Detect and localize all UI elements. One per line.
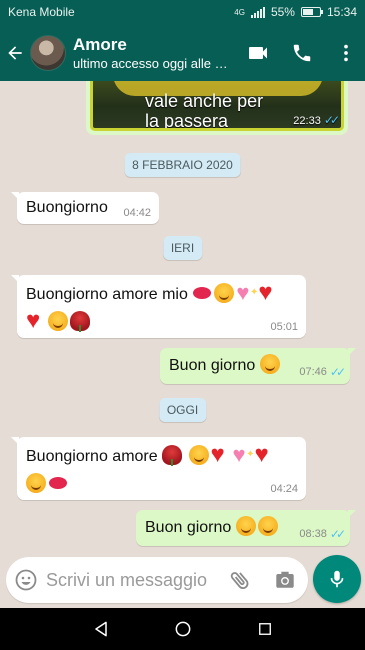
message-bubble-in[interactable]: Buongiorno amore 04:24: [11, 437, 306, 500]
beating-heart-icon: [211, 441, 231, 469]
camera-icon: [276, 571, 294, 588]
message-bubble-out[interactable]: Buon giorno 08:38 ✓✓: [136, 510, 356, 546]
message-time: 07:46 ✓✓: [299, 365, 346, 379]
date-chip: IERI: [162, 236, 203, 260]
mic-button[interactable]: [313, 555, 361, 603]
sparkling-heart-icon: [233, 441, 255, 469]
phone-icon: [293, 44, 311, 61]
attach-button[interactable]: [228, 568, 252, 597]
message-time: 04:42: [123, 207, 151, 219]
image-message[interactable]: vale anche per la passera 22:33 ✓✓: [86, 81, 348, 135]
message-bubble-out[interactable]: Buon giorno 07:46 ✓✓: [160, 348, 356, 384]
nav-home-icon[interactable]: [173, 619, 193, 639]
back-button[interactable]: [0, 24, 30, 81]
smiling-hearts-face-icon: [48, 311, 68, 331]
nav-recents-icon[interactable]: [256, 620, 274, 638]
message-time: 05:01: [270, 321, 298, 333]
smiling-hearts-face-icon: [257, 516, 278, 536]
red-heart-icon: [255, 441, 275, 469]
sparkling-heart-icon: [236, 279, 258, 307]
signal-icon: [250, 6, 265, 18]
smiling-hearts-face-icon: [235, 516, 256, 536]
contact-name: Amore: [73, 34, 127, 54]
smiling-hearts-face-icon: [26, 473, 46, 493]
message-text: Buongiorno amore: [26, 441, 298, 499]
nav-back-icon[interactable]: [91, 619, 111, 639]
emoji-icon: [15, 569, 37, 591]
date-chip: 8 FEBBRAIO 2020: [124, 153, 241, 177]
more-vert-icon: [344, 44, 348, 61]
kiss-mark-icon: [193, 287, 212, 299]
status-bar: Kena Mobile 4G 55% 15:34: [0, 0, 365, 24]
clock: 15:34: [326, 5, 357, 19]
battery-percent: 55%: [270, 5, 295, 19]
carrier-label: Kena Mobile: [8, 5, 75, 19]
chat-header: Amore ultimo accesso oggi alle 15:10: [0, 24, 365, 81]
image-caption: vale anche per la passera: [145, 91, 264, 131]
last-seen: ultimo accesso oggi alle 15:10: [73, 55, 233, 71]
battery-icon: [300, 7, 323, 17]
voice-call-button[interactable]: [289, 40, 315, 66]
smiling-hearts-face-icon: [259, 354, 280, 374]
avatar[interactable]: [30, 34, 66, 71]
message-time: 08:38 ✓✓: [299, 527, 346, 541]
message-text: Buongiorno amore mio: [26, 279, 298, 337]
message-bubble-in[interactable]: Buongiorno amore mio 05:01: [11, 275, 306, 338]
red-heart-icon: [26, 307, 46, 335]
chat-area[interactable]: vale anche per la passera 22:33 ✓✓ 8 FEB…: [0, 81, 365, 555]
emoji-button[interactable]: [6, 568, 46, 592]
message-composer: [6, 557, 308, 603]
kiss-mark-icon: [49, 477, 67, 489]
kissing-face-icon: [214, 283, 235, 303]
red-heart-icon: [258, 279, 278, 307]
message-bubble-in[interactable]: Buongiorno 04:42: [11, 192, 159, 224]
video-call-icon: [249, 46, 267, 59]
video-call-button[interactable]: [245, 40, 271, 66]
read-ticks-icon: ✓✓: [329, 365, 346, 379]
paperclip-icon: [230, 572, 249, 589]
rose-icon: [70, 311, 90, 332]
status-icons: 4G 55% 15:34: [234, 5, 357, 19]
message-input[interactable]: [46, 569, 216, 591]
navigation-bar: [0, 608, 365, 650]
microphone-icon: [330, 570, 344, 588]
header-actions: [245, 24, 359, 81]
menu-button[interactable]: [333, 40, 359, 66]
read-ticks-icon: ✓✓: [329, 527, 346, 541]
network-label: 4G: [234, 7, 245, 17]
date-chip: OGGI: [158, 398, 207, 422]
read-ticks-icon: ✓✓: [323, 113, 340, 127]
rose-icon: [162, 445, 183, 466]
contact-info[interactable]: Amore ultimo accesso oggi alle 15:10: [73, 35, 233, 71]
camera-button[interactable]: [274, 569, 296, 596]
message-time: 22:33 ✓✓: [293, 113, 340, 127]
arrow-left-icon: [8, 45, 22, 60]
message-time: 04:24: [270, 483, 298, 495]
kissing-face-icon: [188, 445, 209, 465]
